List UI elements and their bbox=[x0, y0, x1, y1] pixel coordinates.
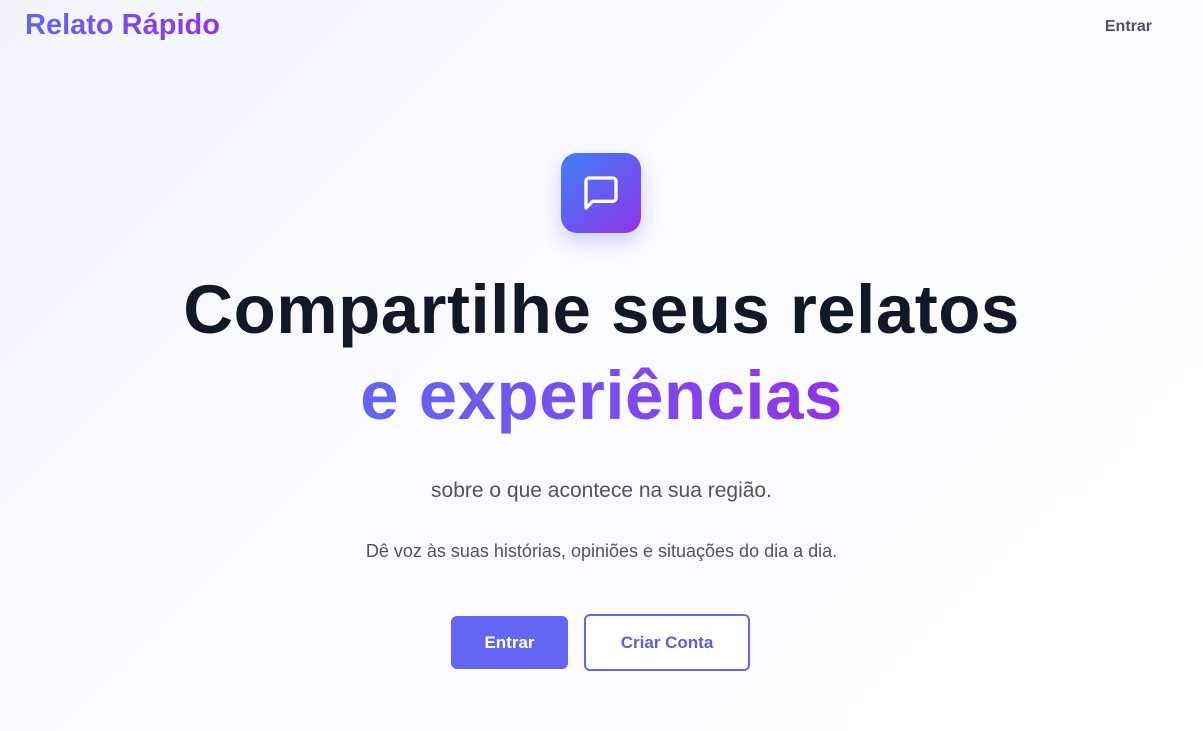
message-square-icon bbox=[561, 153, 641, 233]
brand-logo[interactable]: Relato Rápido bbox=[25, 9, 220, 42]
hero-title-highlight: e experiências bbox=[0, 354, 1203, 438]
top-navbar: Relato Rápido Entrar bbox=[0, 0, 1203, 54]
hero-title: Compartilhe seus relatos bbox=[183, 271, 1020, 348]
create-account-button[interactable]: Criar Conta bbox=[584, 614, 750, 671]
header-login-link[interactable]: Entrar bbox=[1105, 18, 1152, 36]
hero-description: Dê voz às suas histórias, opiniões e sit… bbox=[365, 541, 838, 561]
hero-subtitle: sobre o que acontece na sua região. bbox=[431, 479, 772, 502]
login-button[interactable]: Entrar bbox=[451, 616, 568, 669]
hero-title-highlight-text: e experiências bbox=[360, 357, 843, 434]
